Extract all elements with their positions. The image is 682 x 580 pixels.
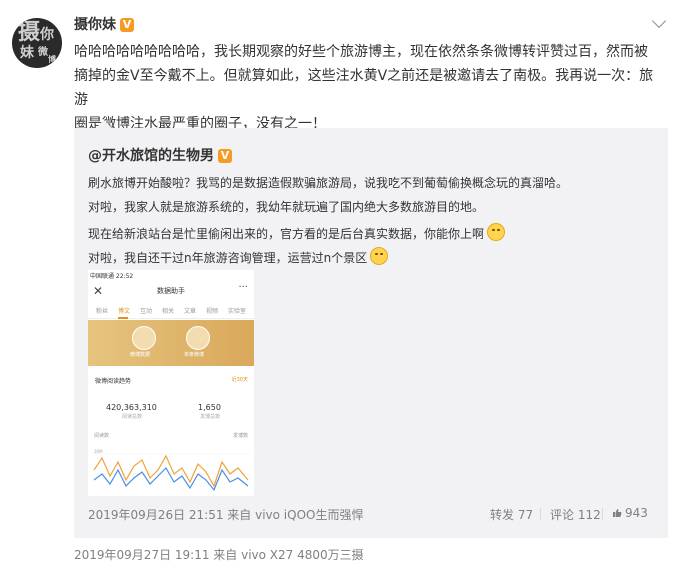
stat-label: 发博总数 (200, 414, 221, 420)
post-username[interactable]: 摄你妹 V (74, 14, 134, 34)
avatar-glyph: 博 (48, 55, 56, 64)
smirk-emoji-icon (487, 223, 506, 241)
phone-title: 数据助手 (157, 287, 185, 295)
phone-tab: 相关 (162, 308, 175, 315)
verified-v-icon: V (218, 149, 232, 163)
phone-tab: 粉丝 (96, 308, 109, 315)
chart-series-blue (93, 467, 249, 492)
phone-status-bar: 中国联通 22:52 (90, 273, 134, 280)
smile-emoji-icon (370, 247, 389, 265)
repost-button[interactable]: 转发 77 (490, 506, 533, 523)
attached-screenshot[interactable]: 中国联通 22:52 ✕ 数据助手 ··· 粉丝 博文 互动 相关 文章 视频 … (88, 270, 254, 496)
chart-axis-right: 发博数 (232, 433, 248, 439)
more-icon: ··· (238, 282, 248, 293)
chevron-down-icon[interactable] (651, 13, 667, 29)
banner-label: 微博数据 (130, 352, 151, 358)
quoted-text-line: 现在给新浪站台是忙里偷闲出来的，官方看的是后台真实数据，你能你上啊 (88, 223, 506, 242)
quoted-post-meta: 2019年09月26日 21:51 来自 vivo iQOO生而强悍 (88, 508, 364, 522)
comment-button[interactable]: 评论 112 (550, 506, 601, 523)
quoted-post: @开水旅馆的生物男 V 刷水旅博开始酸啦？我骂的是数据造假欺骗旅游局，说我吃不到葡… (74, 120, 668, 538)
avatar-glyph: 微 (38, 47, 48, 58)
phone-banner: 微博数据 单条微博 (88, 320, 254, 366)
stat-value: 1,650 (198, 403, 221, 412)
phone-tab: 视频 (206, 308, 219, 315)
chart-axis-left: 阅读数 (94, 433, 110, 439)
quoted-username-text[interactable]: @开水旅馆的生物男 (88, 148, 214, 164)
avatar-glyph: 你 (40, 27, 54, 43)
stat-value: 420,363,310 (106, 403, 157, 412)
phone-tab: 实验室 (228, 308, 247, 315)
quoted-text: 现在给新浪站台是忙里偷闲出来的，官方看的是后台真实数据，你能你上啊 (88, 227, 485, 241)
chart-tick-label: 30M (94, 449, 103, 454)
thumbs-up-icon (613, 509, 622, 517)
active-tab-indicator (118, 317, 128, 319)
avatar[interactable]: 摄 你 妹 微 博 (12, 18, 62, 68)
quoted-text-line: 对啦，我自还干过n年旅游咨询管理，运营过n个景区 (88, 247, 389, 266)
verified-v-icon: V (120, 18, 134, 32)
phone-tab: 互动 (140, 308, 153, 315)
trend-chart: 30M (92, 449, 250, 492)
post-username-text[interactable]: 摄你妹 (74, 17, 116, 33)
post-body-line: 哈哈哈哈哈哈哈哈哈，我长期观察的好些个旅游博主，现在依然条条微博转评赞过百，然而… (74, 44, 648, 60)
quoted-text-line: 刷水旅博开始酸啦？我骂的是数据造假欺骗旅游局，说我吃不到葡萄偷换概念玩的真溜哈。 (88, 176, 569, 190)
phone-tab: 文章 (184, 308, 197, 315)
phone-section-title: 微博阅读趋势 (95, 378, 132, 385)
phone-tab-active: 博文 (118, 308, 131, 315)
quoted-username[interactable]: @开水旅馆的生物男 V (88, 145, 232, 165)
phone-tab-bar: 粉丝 博文 互动 相关 文章 视频 实验室 (88, 304, 254, 319)
banner-circle-icon (186, 326, 210, 350)
post-body: 哈哈哈哈哈哈哈哈哈，我长期观察的好些个旅游博主，现在依然条条微博转评赞过百，然而… (74, 40, 664, 136)
divider (540, 508, 541, 520)
avatar-glyph: 妹 (20, 45, 34, 61)
phone-section-range: 近30天 (231, 377, 248, 383)
quote-notch (96, 120, 112, 128)
avatar-glyph: 摄 (18, 20, 41, 45)
banner-circle-icon (132, 326, 156, 350)
divider (602, 508, 603, 520)
post-meta: 2019年09月27日 19:11 来自 vivo X27 4800万三摄 (74, 548, 364, 562)
quoted-text-line: 对啦，我家人就是旅游系统的，我幼年就玩遍了国内绝大多数旅游目的地。 (88, 200, 485, 214)
like-count: 943 (625, 506, 648, 520)
like-button[interactable]: 943 (612, 506, 648, 520)
quoted-text: 对啦，我自还干过n年旅游咨询管理，运营过n个景区 (88, 251, 368, 265)
post-body-line: 摘掉的金V至今戴不上。但就算如此，这些注水黄V之前还是被邀请去了南极。我再说一次… (74, 68, 654, 108)
stat-label: 阅读总数 (122, 414, 143, 420)
banner-label: 单条微博 (184, 352, 205, 358)
